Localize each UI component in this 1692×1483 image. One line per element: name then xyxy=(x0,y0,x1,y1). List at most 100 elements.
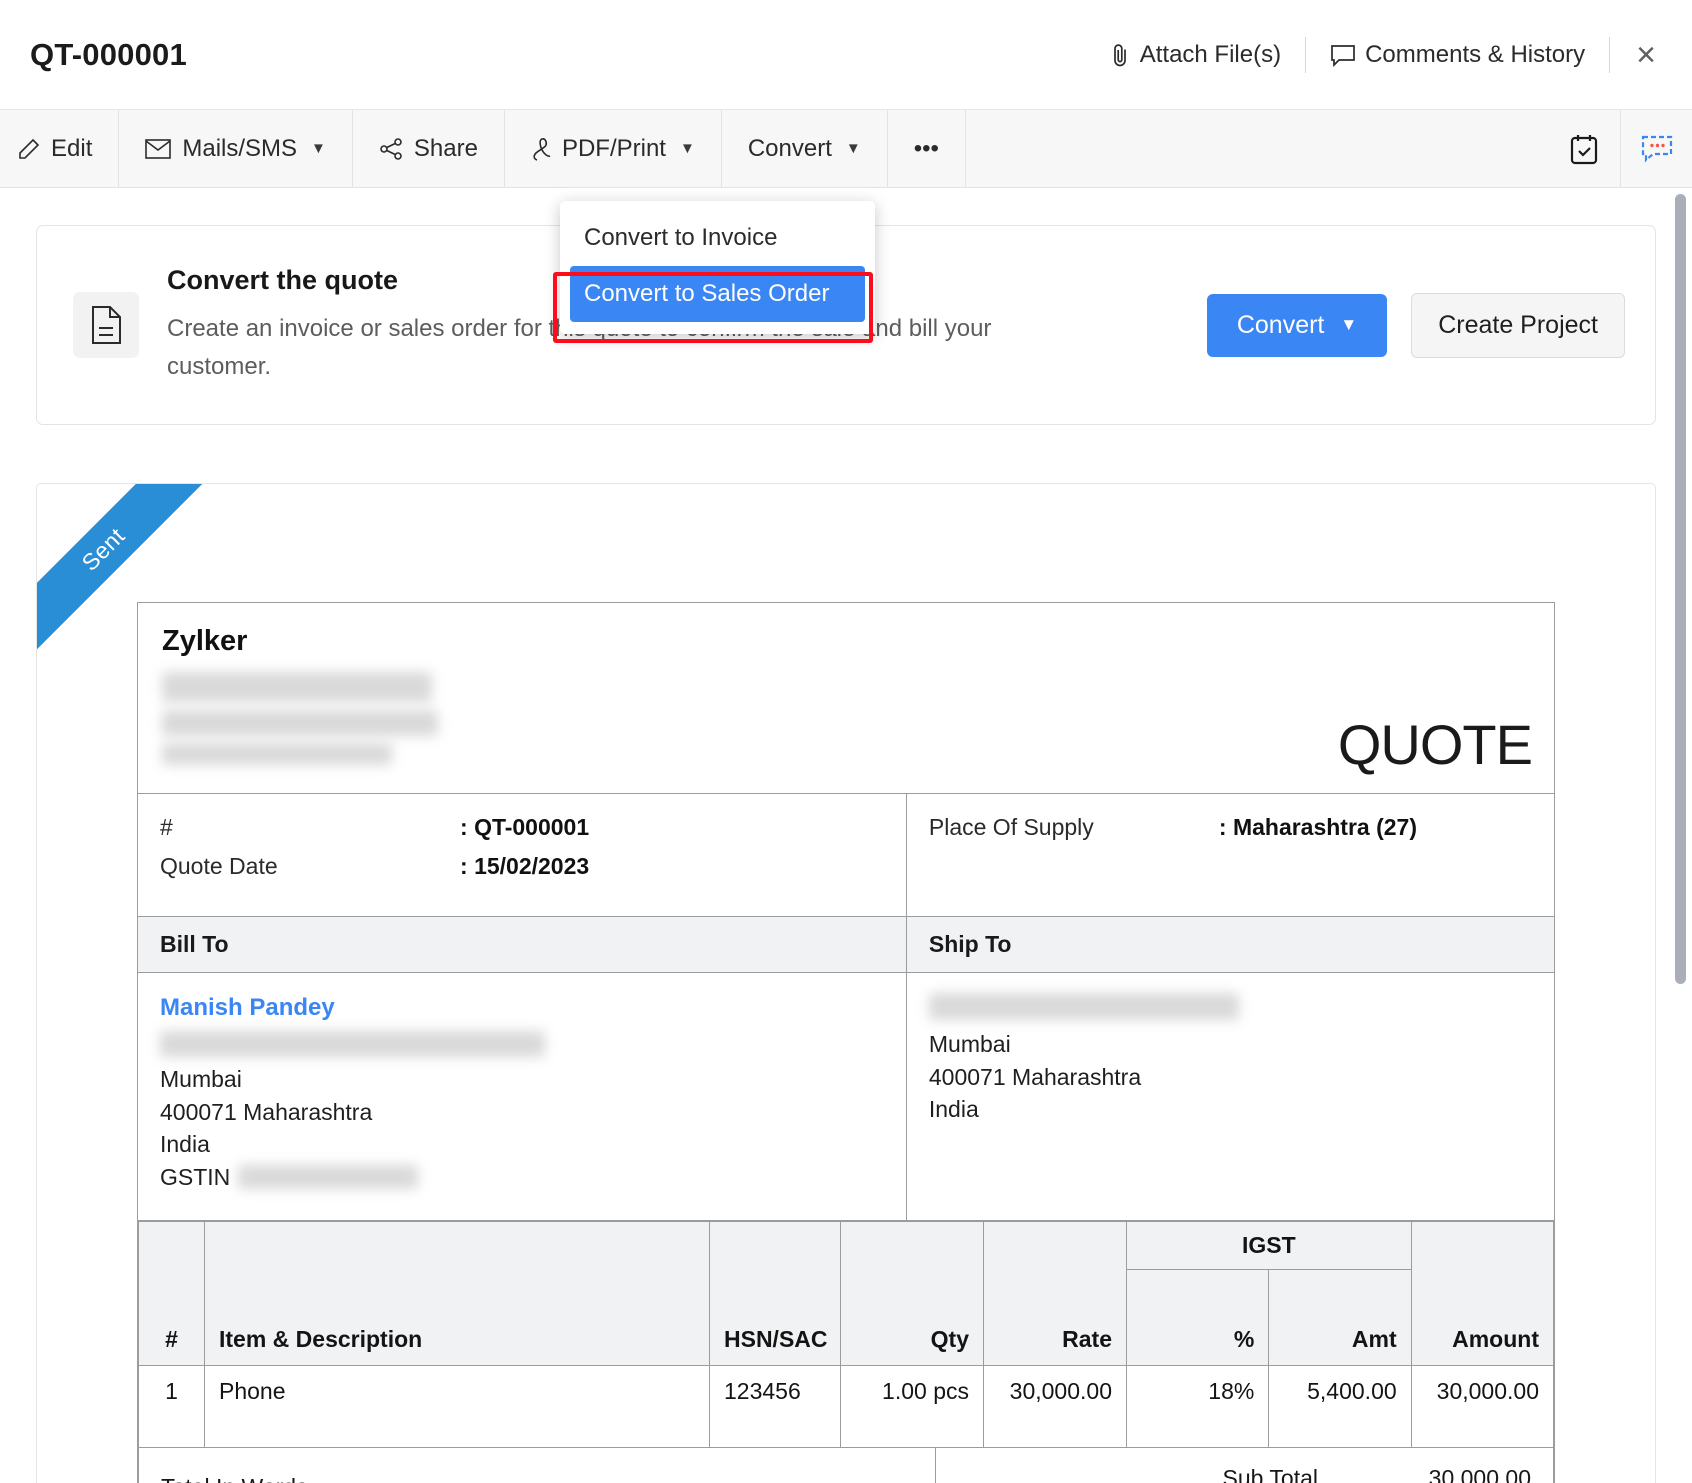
pencil-icon xyxy=(18,138,40,160)
close-icon[interactable]: × xyxy=(1616,38,1670,72)
th-number: # xyxy=(139,1221,205,1365)
table-header-group-row: # Item & Description HSN/SAC Qty Rate IG… xyxy=(139,1221,1554,1269)
bill-to-address: Manish Pandey Mumbai 400071 Maharashtra … xyxy=(138,973,907,1220)
divider xyxy=(1609,37,1610,73)
page-title: QT-000001 xyxy=(30,37,187,73)
comment-bubble-icon xyxy=(1330,43,1356,67)
attach-files-button[interactable]: Attach File(s) xyxy=(1091,41,1299,69)
title-bar: QT-000001 Attach File(s) Comments & Hist… xyxy=(0,0,1692,110)
vertical-scrollbar[interactable] xyxy=(1675,194,1686,984)
line-items-table: # Item & Description HSN/SAC Qty Rate IG… xyxy=(138,1221,1554,1448)
cell-hsn: 123456 xyxy=(710,1365,841,1447)
ship-to-heading: Ship To xyxy=(907,917,1554,972)
th-igst-percent: % xyxy=(1127,1269,1269,1365)
share-button[interactable]: Share xyxy=(353,110,505,187)
meta-value: : 15/02/2023 xyxy=(460,853,589,880)
address-heading-row: Bill To Ship To xyxy=(138,917,1554,973)
attach-files-label: Attach File(s) xyxy=(1140,41,1281,69)
table-header: # Item & Description HSN/SAC Qty Rate IG… xyxy=(139,1221,1554,1365)
meta-label: Quote Date xyxy=(160,853,460,880)
menu-item-convert-to-sales-order[interactable]: Convert to Sales Order xyxy=(570,266,865,322)
more-actions-button[interactable]: ••• xyxy=(888,110,966,187)
organization-address-redacted xyxy=(162,743,392,765)
ship-to-line: Mumbai xyxy=(929,1028,1532,1061)
meta-label: Place Of Supply xyxy=(929,814,1219,841)
tasks-clipboard-icon xyxy=(1569,133,1599,165)
quote-header: Zylker QUOTE xyxy=(138,603,1554,794)
chevron-down-icon: ▼ xyxy=(311,140,326,157)
cell-qty: 1.00 pcs xyxy=(841,1365,984,1447)
chat-button[interactable] xyxy=(1620,110,1692,187)
cell-igst-percent: 18% xyxy=(1127,1365,1269,1447)
table-body: 1 Phone 123456 1.00 pcs 30,000.00 18% 5,… xyxy=(139,1365,1554,1447)
organization-name: Zylker xyxy=(162,625,1530,658)
ship-to-line: 400071 Maharashtra xyxy=(929,1061,1532,1094)
bill-to-heading: Bill To xyxy=(138,917,907,972)
document-icon xyxy=(73,292,139,358)
paperclip-icon xyxy=(1109,42,1131,68)
meta-value: : Maharashtra (27) xyxy=(1219,814,1417,841)
tasks-button[interactable] xyxy=(1548,110,1620,187)
quote-preview-card: Sent Zylker QUOTE # : QT-000001 Quot xyxy=(36,483,1656,1483)
bill-to-street-redacted xyxy=(160,1031,545,1057)
bill-to-gstin: GSTIN xyxy=(160,1161,884,1194)
edit-button[interactable]: Edit xyxy=(0,110,119,187)
customer-name-link[interactable]: Manish Pandey xyxy=(160,991,884,1025)
th-rate: Rate xyxy=(984,1221,1127,1365)
summary-line: Sub Total 30,000.00 xyxy=(946,1458,1531,1483)
cell-rate: 30,000.00 xyxy=(984,1365,1127,1447)
cell-item: Phone xyxy=(205,1365,710,1447)
divider xyxy=(1305,37,1306,73)
pdf-print-label: PDF/Print xyxy=(562,135,666,163)
edit-label: Edit xyxy=(51,135,92,163)
ship-to-name-redacted xyxy=(929,993,1239,1020)
mails-sms-label: Mails/SMS xyxy=(182,135,297,163)
menu-item-convert-to-invoice[interactable]: Convert to Invoice xyxy=(560,210,875,266)
bill-to-line: 400071 Maharashtra xyxy=(160,1096,884,1129)
meta-line: Quote Date : 15/02/2023 xyxy=(160,853,884,880)
th-qty: Qty xyxy=(841,1221,984,1365)
cell-igst-amount: 5,400.00 xyxy=(1269,1365,1411,1447)
summary-block: Sub Total 30,000.00 IGST18 (18%) 5,400.0… xyxy=(936,1448,1553,1483)
chevron-down-icon: ▼ xyxy=(846,140,861,157)
create-project-button[interactable]: Create Project xyxy=(1411,293,1625,358)
th-igst-amount: Amt xyxy=(1269,1269,1411,1365)
quote-meta-row: # : QT-000001 Quote Date : 15/02/2023 Pl… xyxy=(138,794,1554,917)
meta-line: Place Of Supply : Maharashtra (27) xyxy=(929,814,1532,841)
pdf-print-button[interactable]: PDF/Print ▼ xyxy=(505,110,722,187)
quote-meta-left: # : QT-000001 Quote Date : 15/02/2023 xyxy=(138,794,907,916)
organization-address-redacted xyxy=(162,672,432,702)
comments-history-label: Comments & History xyxy=(1365,41,1585,69)
th-hsn-sac: HSN/SAC xyxy=(710,1221,841,1365)
convert-button[interactable]: Convert ▼ xyxy=(1207,294,1387,357)
address-row: Manish Pandey Mumbai 400071 Maharashtra … xyxy=(138,973,1554,1221)
convert-button-label: Convert xyxy=(1237,311,1325,340)
mails-sms-button[interactable]: Mails/SMS ▼ xyxy=(119,110,353,187)
ellipsis-icon: ••• xyxy=(914,135,939,163)
envelope-icon xyxy=(145,139,171,159)
pdf-icon xyxy=(531,137,551,161)
total-in-words-label: Total In Words xyxy=(161,1474,913,1483)
th-item-description: Item & Description xyxy=(205,1221,710,1365)
total-in-words: Total In Words Indian Rupee Thirty-Five … xyxy=(139,1448,936,1483)
table-row: 1 Phone 123456 1.00 pcs 30,000.00 18% 5,… xyxy=(139,1365,1554,1447)
title-bar-actions: Attach File(s) Comments & History × xyxy=(1091,0,1692,109)
quote-document: Zylker QUOTE # : QT-000001 Quote Date : … xyxy=(137,602,1555,1483)
chat-bubble-icon xyxy=(1640,134,1674,164)
organization-address-redacted xyxy=(162,710,438,736)
comments-history-button[interactable]: Comments & History xyxy=(1312,41,1603,69)
ship-to-line: India xyxy=(929,1093,1532,1126)
bill-to-line: India xyxy=(160,1128,884,1161)
document-type-title: QUOTE xyxy=(1338,712,1532,777)
summary-value: 30,000.00 xyxy=(1366,1465,1531,1483)
convert-menu-button[interactable]: Convert ▼ xyxy=(722,110,888,187)
main-content: Convert the quote Create an invoice or s… xyxy=(0,188,1692,1483)
cell-number: 1 xyxy=(139,1365,205,1447)
ship-to-address: Mumbai 400071 Maharashtra India xyxy=(907,973,1554,1220)
action-toolbar: Edit Mails/SMS ▼ Share PDF/Print ▼ Conve xyxy=(0,110,1692,188)
th-amount: Amount xyxy=(1411,1221,1553,1365)
meta-line: # : QT-000001 xyxy=(160,814,884,841)
totals-row: Total In Words Indian Rupee Thirty-Five … xyxy=(138,1448,1554,1483)
convert-label: Convert xyxy=(748,135,832,163)
share-label: Share xyxy=(414,135,478,163)
